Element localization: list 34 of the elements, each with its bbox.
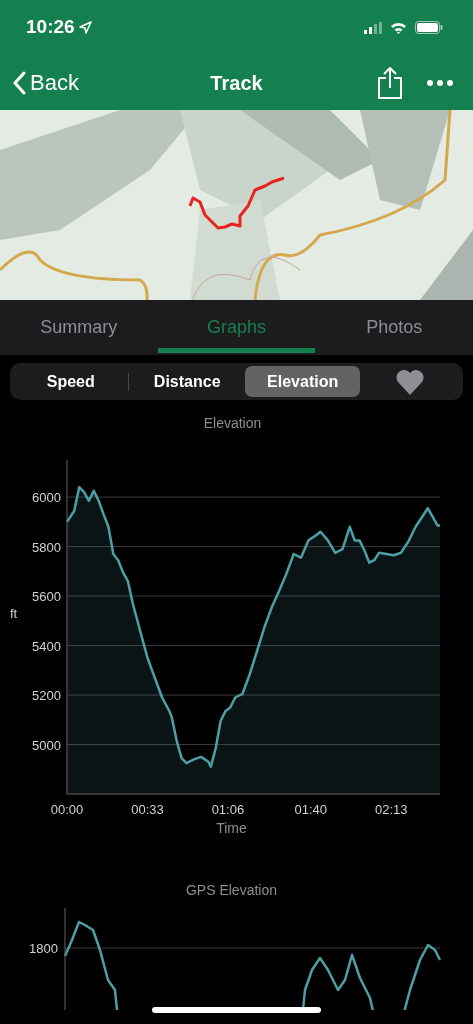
axis-tick-label: 6000 (32, 490, 61, 506)
axis-tick-label: 5800 (32, 539, 61, 555)
more-icon (427, 80, 453, 87)
share-button[interactable] (377, 65, 403, 100)
tab[interactable]: Photos (315, 300, 473, 355)
axis-tick-label: 00:00 (50, 802, 84, 817)
axis-tick-label: 5600 (32, 589, 61, 605)
segment-button[interactable]: Elevation (244, 366, 361, 397)
chart-title: GPS Elevation (185, 882, 278, 898)
status-time: 10:26 (26, 15, 75, 40)
axis-tick-label: 5400 (32, 638, 61, 654)
axis-tick-label: 01:06 (211, 802, 245, 817)
battery-icon (415, 21, 443, 34)
axis-tick-label: 02:13 (374, 802, 408, 817)
axis-title: Time (216, 820, 247, 836)
segment-button[interactable]: Speed (13, 366, 129, 397)
segment-button[interactable]: Distance (129, 366, 245, 397)
axis-tick-label: 5200 (32, 688, 61, 704)
heart-icon (395, 367, 426, 396)
chart-title: Elevation (203, 415, 262, 431)
back-button[interactable]: Back (12, 66, 79, 99)
axis-tick-label: 1800 (29, 941, 58, 956)
location-icon (78, 21, 92, 34)
axis-title: ft (10, 605, 18, 621)
chevron-left-icon (12, 70, 26, 95)
share-icon (377, 65, 403, 100)
axis-tick-label: 5000 (32, 737, 61, 753)
signal-icon (364, 21, 382, 34)
tab[interactable]: Summary (0, 300, 158, 355)
tab[interactable]: Graphs (157, 300, 316, 355)
axis-tick-label: 01:40 (294, 802, 328, 817)
wifi-icon (390, 21, 407, 34)
axis-tick-label: 00:33 (131, 802, 164, 817)
screen-title: Track (210, 70, 263, 96)
